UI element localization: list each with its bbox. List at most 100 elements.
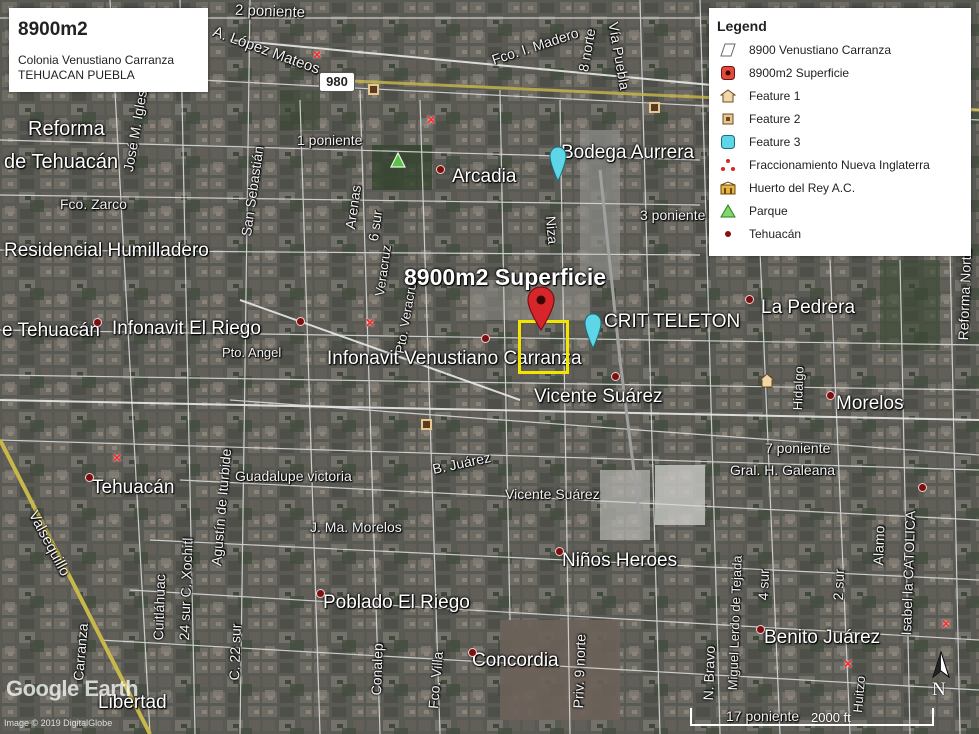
park-triangle-icon[interactable]	[390, 152, 406, 169]
tehuacan-placemark[interactable]	[611, 372, 620, 381]
scale-label: 2000 ft	[811, 710, 851, 725]
title-box: 8900m2 Colonia Venustiano Carranza TEHUA…	[9, 8, 208, 92]
tehuacan-placemark[interactable]	[316, 589, 325, 598]
place-label: Poblado El Riego	[323, 592, 470, 613]
place-label: Reforma	[28, 118, 105, 140]
place-label: Concordia	[472, 650, 559, 671]
place-label-superficie: 8900m2 Superficie	[404, 264, 607, 290]
subtitle-line-2: TEHUACAN PUEBLA	[18, 68, 135, 82]
legend-item-label: Feature 1	[749, 89, 801, 103]
tehuacan-placemark[interactable]	[85, 473, 94, 482]
tehuacan-placemark[interactable]	[756, 625, 765, 634]
street-label: Fco. Zarco	[60, 196, 127, 212]
street-label: 1 poniente	[297, 132, 363, 148]
legend-item-label: 8900 Venustiano Carranza	[749, 43, 892, 57]
fraccionamiento-marker-icon[interactable]: ✕	[112, 451, 122, 465]
route-number: 980	[326, 74, 348, 89]
street-label: Reforma Norte	[955, 248, 975, 341]
red-dot-icon	[719, 225, 737, 243]
tehuacan-placemark[interactable]	[918, 483, 927, 492]
legend-item-label: 8900m2 Superficie	[749, 66, 850, 80]
tehuacan-placemark[interactable]	[296, 317, 305, 326]
fraccionamiento-marker-icon[interactable]: ✕	[426, 113, 436, 127]
legend-item-label: Fraccionamiento Nueva Inglaterra	[749, 158, 930, 172]
legend-item[interactable]: Tehuacán	[719, 224, 969, 244]
place-label: Vicente Suárez	[534, 386, 663, 407]
legend-item[interactable]: Feature 3	[719, 132, 969, 152]
legend-item-label: Huerto del Rey A.C.	[749, 181, 856, 195]
green-triangle-icon	[719, 202, 737, 220]
cyan-marker-icon[interactable]	[549, 146, 567, 182]
legend-item-label: Parque	[749, 204, 788, 218]
tehuacan-placemark[interactable]	[555, 547, 564, 556]
tehuacan-placemark[interactable]	[93, 318, 102, 327]
polygon-outline-icon	[719, 41, 737, 59]
imagery-credit: Image © 2019 DigitalGlobe	[4, 718, 113, 728]
street-label: Vicente Suárez	[505, 486, 600, 502]
house-icon	[719, 87, 737, 105]
feature-2-marker-icon[interactable]	[368, 84, 379, 95]
legend-item[interactable]: Parque	[719, 201, 969, 221]
legend-item-label: Feature 2	[749, 112, 801, 126]
street-label: Guadalupe victoria	[235, 468, 352, 484]
place-label: de Tehuacán	[4, 151, 119, 173]
street-label: Priv. 9 norte	[570, 633, 589, 709]
cyan-marker-icon[interactable]	[584, 313, 602, 349]
place-label: CRIT TELETON	[604, 311, 741, 332]
street-label: 2 sur	[830, 568, 848, 601]
street-label: 2 poniente	[234, 1, 306, 22]
red-square-marker-icon	[719, 64, 737, 82]
fraccionamiento-marker-icon[interactable]: ✕	[365, 316, 375, 330]
street-label: J. Ma. Morelos	[310, 519, 402, 535]
place-label: La Pedrera	[761, 297, 856, 318]
tehuacan-placemark[interactable]	[468, 648, 477, 657]
legend-item[interactable]: 8900m2 Superficie	[719, 63, 969, 83]
building-icon	[719, 179, 737, 197]
tehuacan-placemark[interactable]	[745, 295, 754, 304]
street-label: Conalep	[368, 642, 386, 696]
feature-2-marker-icon[interactable]	[649, 102, 660, 113]
place-label: Morelos	[836, 393, 904, 414]
place-label: Benito Juárez	[764, 627, 881, 648]
place-label: Bodega Aurrera	[561, 142, 695, 163]
tehuacan-placemark[interactable]	[481, 334, 490, 343]
street-label: 3 poniente	[640, 207, 706, 223]
tehuacan-placemark[interactable]	[826, 391, 835, 400]
legend-item[interactable]: Huerto del Rey A.C.	[719, 178, 969, 198]
fraccionamiento-marker-icon[interactable]: ✕	[312, 48, 322, 62]
legend-item[interactable]: Feature 2	[719, 109, 969, 129]
legend-item-label: Feature 3	[749, 135, 801, 149]
street-label: Niza	[542, 215, 562, 245]
fraccionamiento-marker-icon[interactable]: ✕	[941, 617, 951, 631]
street-label: 7 poniente	[765, 440, 831, 456]
place-label: Infonavit El Riego	[112, 318, 261, 339]
north-arrow-icon[interactable]: N	[929, 651, 953, 705]
google-earth-watermark: Google Earth	[6, 676, 139, 701]
cyan-square-icon	[719, 133, 737, 151]
red-dots-icon	[719, 156, 737, 174]
place-label: Arcadia	[452, 166, 517, 187]
legend-item-label: Tehuacán	[749, 227, 802, 241]
street-label: Pto. Angel	[222, 345, 282, 360]
street-label: N. Bravo	[700, 645, 718, 701]
place-label: Tehuacán	[92, 477, 175, 498]
subtitle-line-1: Colonia Venustiano Carranza	[18, 53, 175, 67]
legend-item[interactable]: Feature 1	[719, 86, 969, 106]
street-label: C. 22 sur	[226, 623, 244, 681]
street-label: 4 sur	[755, 568, 773, 601]
legend-item[interactable]: Fraccionamiento Nueva Inglaterra	[719, 155, 969, 175]
place-label: Niños Heroes	[562, 550, 678, 571]
street-label: Hidalgo	[790, 365, 807, 411]
street-label: Cuitláhuac	[150, 573, 169, 641]
title-text: 8900m2	[18, 19, 88, 40]
fraccionamiento-marker-icon[interactable]: ✕	[843, 657, 853, 671]
route-shield: 980	[319, 72, 355, 92]
tehuacan-placemark[interactable]	[436, 165, 445, 174]
legend-item[interactable]: 8900 Venustiano Carranza	[719, 40, 969, 60]
legend-panel: Legend 8900 Venustiano Carranza 8900m2 S…	[709, 8, 971, 256]
feature-2-marker-icon[interactable]	[421, 419, 432, 430]
house-icon[interactable]	[759, 373, 775, 388]
red-pin-icon[interactable]	[527, 286, 555, 332]
place-label: Residencial Humilladero	[4, 240, 209, 261]
street-label: Gral. H. Galeana	[730, 462, 836, 478]
